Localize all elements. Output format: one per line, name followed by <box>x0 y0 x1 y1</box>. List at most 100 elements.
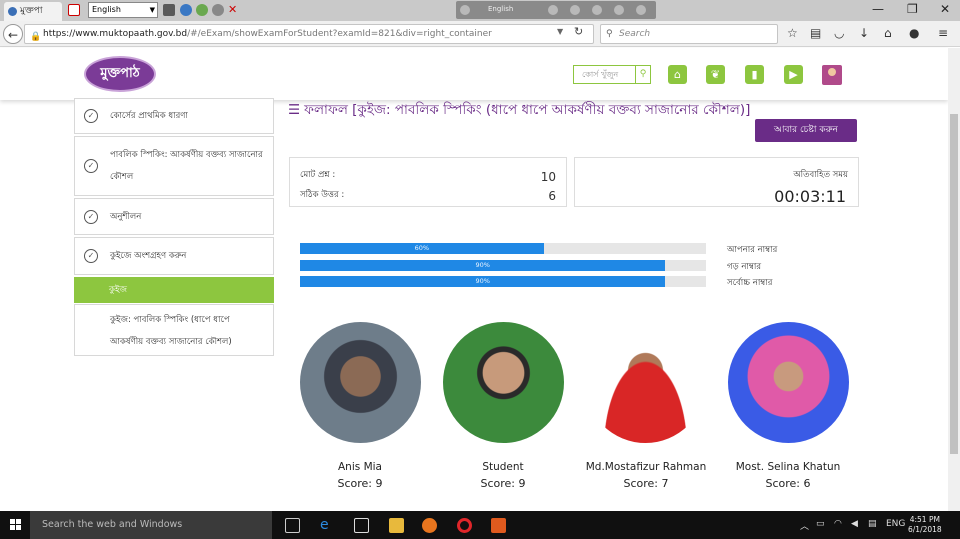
toggle-icon[interactable] <box>212 4 224 16</box>
reload-icon[interactable]: ↻ <box>574 25 583 38</box>
check-circle-icon: ✓ <box>84 210 98 224</box>
lock-icon: 🔒 <box>30 32 42 42</box>
taskbar-clock[interactable]: 4:51 PM 6/1/2018 <box>908 515 942 535</box>
total-questions-value: 10 <box>540 170 556 184</box>
progress-label-your-score: আপনার নাম্বার <box>727 245 778 255</box>
progress-bar-highest-score: 90% <box>300 276 706 287</box>
leaderboard-avatar <box>300 322 421 443</box>
volume-icon[interactable]: ◀ <box>851 519 858 529</box>
correct-answers-label: সঠিক উত্তর : <box>300 190 345 200</box>
chevron-down-icon[interactable]: ▼ <box>557 27 563 36</box>
sidebar-item-public-speaking[interactable]: ✓ পাবলিক স্পিকিং: আকর্ষণীয় বক্তব্য সাজা… <box>74 136 274 196</box>
home-icon[interactable]: ⌂ <box>668 65 687 84</box>
address-bar[interactable]: 🔒 https://www.muktopaath.gov.bd/#/eExam/… <box>24 24 594 44</box>
menu-icon[interactable]: ≡ <box>938 26 948 40</box>
office-icon[interactable] <box>491 518 506 533</box>
leaderboard-score: Score: 9 <box>337 477 383 490</box>
task-view-icon[interactable] <box>285 518 300 533</box>
site-logo[interactable]: মুক্তপাঠ <box>84 56 156 92</box>
elapsed-time-value: 00:03:11 <box>774 187 846 206</box>
close-icon[interactable]: ✕ <box>228 4 240 16</box>
scroll-thumb[interactable] <box>950 114 958 454</box>
leaderboard-name: Student <box>482 461 524 473</box>
settings-icon[interactable] <box>180 4 192 16</box>
progress-label-highest-score: সর্বোচ্চ নাম্বার <box>727 278 773 288</box>
reading-list-icon[interactable]: ▤ <box>810 26 821 40</box>
leaderboard-score: Score: 7 <box>623 477 669 490</box>
leaderboard-avatar <box>728 322 849 443</box>
minimize-icon[interactable] <box>548 5 558 15</box>
leaderboard-name: Anis Mia <box>338 461 382 473</box>
restore-window-icon[interactable]: ❐ <box>907 2 918 16</box>
correct-answers-value: 6 <box>548 189 556 203</box>
store-icon[interactable] <box>354 518 369 533</box>
sidebar-item-join-quiz[interactable]: ✓ কুইজে অংশগ্রহণ করুন <box>74 237 274 275</box>
home-icon[interactable]: ⌂ <box>884 26 892 40</box>
site-favicon-icon <box>8 7 17 16</box>
browser-search-input[interactable]: ⚲ Search <box>600 24 778 44</box>
leaderboard-avatar <box>443 322 564 443</box>
pocket-icon[interactable]: ◡ <box>834 26 844 40</box>
download-icon[interactable]: ↓ <box>859 26 869 40</box>
leaderboard-score: Score: 6 <box>765 477 811 490</box>
elapsed-time-label: অতিবাহিত সময় <box>793 170 848 180</box>
sidebar-item-quiz-active[interactable]: কুইজ <box>74 277 274 303</box>
settings-icon[interactable] <box>592 5 602 15</box>
user-avatar[interactable] <box>822 65 842 85</box>
taskbar-search-input[interactable]: Search the web and Windows <box>30 511 272 539</box>
chevron-up-icon[interactable]: ︿ <box>800 519 809 532</box>
progress-label-average-score: গড় নাম্বার <box>727 262 762 272</box>
firefox-icon[interactable] <box>422 518 437 533</box>
notification-icon[interactable]: ▤ <box>868 519 877 529</box>
book-icon[interactable]: ▮ <box>745 65 764 84</box>
leaderboard-name: Md.Mostafizur Rahman <box>585 461 707 473</box>
clock-icon[interactable] <box>636 5 646 15</box>
bookmark-star-icon[interactable]: ☆ <box>787 26 798 40</box>
toolbar-language-label: English <box>488 5 514 13</box>
course-search-input[interactable]: কোর্স খুঁজুন ⚲ <box>573 65 651 84</box>
file-explorer-icon[interactable] <box>389 518 404 533</box>
browser-tab[interactable]: মুক্তপা <box>4 2 62 21</box>
leaderboard-name: Most. Selina Khatun <box>735 461 841 473</box>
minimize-window-icon[interactable]: — <box>872 2 884 16</box>
progress-bar-average-score: 90% <box>300 260 706 271</box>
sidebar-item-practice[interactable]: ✓ অনুশীলন <box>74 198 274 235</box>
chevron-down-icon: ▼ <box>149 6 155 14</box>
progress-fill: 90% <box>300 276 666 287</box>
search-icon[interactable]: ⚲ <box>635 66 650 83</box>
handle-icon[interactable] <box>460 5 470 15</box>
wifi-icon[interactable]: ◠ <box>834 519 842 529</box>
mic-icon[interactable] <box>570 5 580 15</box>
windows-start-icon[interactable] <box>10 519 22 531</box>
refresh-icon[interactable] <box>196 4 208 16</box>
edge-icon[interactable]: e <box>320 518 335 533</box>
floating-toolbar: English <box>456 1 656 19</box>
progress-fill: 60% <box>300 243 544 254</box>
progress-fill: 90% <box>300 260 666 271</box>
chat-icon[interactable]: ● <box>909 26 919 40</box>
list-icon: ☰ <box>288 102 301 118</box>
battery-icon[interactable]: ▭ <box>816 519 825 529</box>
retry-button[interactable]: আবার চেষ্টা করুন <box>755 119 857 142</box>
sidebar-subitem-quiz[interactable]: কুইজ: পাবলিক স্পিকিং (ধাপে ধাপে আকর্ষণীয… <box>74 304 274 356</box>
back-button[interactable]: ← <box>3 24 23 44</box>
elapsed-time-box: অতিবাহিত সময় 00:03:11 <box>574 157 859 207</box>
language-select[interactable]: English ▼ <box>88 2 158 18</box>
language-indicator[interactable]: ENG <box>886 519 905 529</box>
edit-icon[interactable] <box>614 5 624 15</box>
leaf-icon[interactable]: ❦ <box>706 65 725 84</box>
browser-titlebar: মুক্তপা English ▼ ✕ English — ❐ ✕ <box>0 0 960 21</box>
total-questions-label: মোট প্রশ্ন : <box>300 170 336 180</box>
pdf-icon[interactable] <box>68 4 80 16</box>
leaderboard-score: Score: 9 <box>480 477 526 490</box>
check-circle-icon: ✓ <box>84 159 98 173</box>
sidebar-item-course-intro[interactable]: ✓ কোর্সের প্রাথমিক ধারণা <box>74 98 274 134</box>
page-scrollbar[interactable] <box>948 48 960 511</box>
score-summary-box: মোট প্রশ্ন : 10 সঠিক উত্তর : 6 <box>289 157 567 207</box>
keyboard-icon[interactable] <box>163 4 175 16</box>
play-icon[interactable]: ▶ <box>784 65 803 84</box>
windows-taskbar: Search the web and Windows e ︿ ▭ ◠ ◀ ▤ E… <box>0 511 960 539</box>
site-header: মুক্তপাঠ কোর্স খুঁজুন ⚲ ⌂ ❦ ▮ ▶ <box>0 48 948 100</box>
close-window-icon[interactable]: ✕ <box>940 2 950 16</box>
opera-icon[interactable] <box>457 518 472 533</box>
